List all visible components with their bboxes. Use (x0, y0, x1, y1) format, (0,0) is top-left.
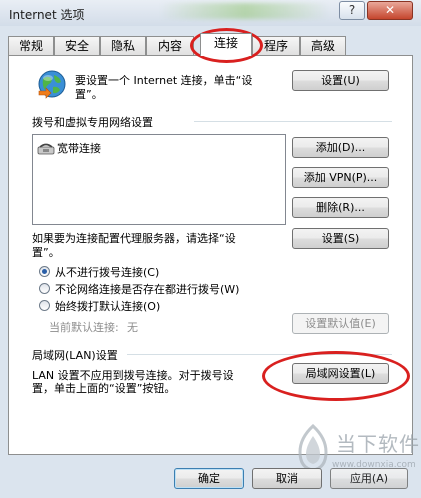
internet-globe-icon (38, 70, 66, 99)
list-item-label: 宽带连接 (57, 142, 101, 155)
tab-general[interactable]: 常规 (8, 36, 54, 55)
proxy-text-line1: 如果要为连接配置代理服务器，请选择“设 (32, 232, 236, 245)
radio-dial-whenever-label[interactable]: 不论网络连接是否存在都进行拨号(W) (55, 281, 239, 297)
help-button[interactable]: ? (339, 1, 365, 20)
setup-button[interactable]: 设置(U) (292, 70, 389, 91)
broadband-connection-icon (37, 143, 55, 155)
lan-header: 局域网(LAN)设置 (32, 349, 118, 362)
window-title: Internet 选项 (9, 8, 85, 22)
lan-text-line2: 置，单击上面的“设置”按钮。 (32, 382, 176, 395)
connections-panel: 要设置一个 Internet 连接，单击“设 置”。 设置(U) 拨号和虚拟专用… (8, 55, 413, 455)
tab-content[interactable]: 内容 (146, 36, 194, 55)
radio-never-dial[interactable] (39, 266, 50, 277)
tab-connections[interactable]: 连接 (200, 33, 252, 56)
watermark-logo-icon (298, 424, 328, 472)
radio-always-dial[interactable] (39, 300, 50, 311)
lan-separator (127, 354, 392, 355)
ok-button[interactable]: 确定 (174, 468, 244, 489)
setup-text-line2: 置”。 (75, 88, 103, 101)
tab-programs[interactable]: 程序 (252, 36, 300, 55)
tab-privacy[interactable]: 隐私 (100, 36, 146, 55)
watermark-text: 当下软件园 (336, 432, 421, 456)
dialup-header: 拨号和虚拟专用网络设置 (32, 116, 153, 129)
remove-button[interactable]: 删除(R)... (292, 197, 389, 218)
tab-security[interactable]: 安全 (54, 36, 100, 55)
current-default-label: 当前默认连接: (49, 321, 119, 334)
list-item[interactable]: 宽带连接 (33, 138, 153, 155)
radio-dial-whenever[interactable] (39, 283, 50, 294)
cancel-button[interactable]: 取消 (252, 468, 322, 489)
radio-always-dial-label[interactable]: 始终拨打默认连接(O) (55, 298, 160, 314)
add-vpn-button[interactable]: 添加 VPN(P)... (292, 167, 389, 188)
lan-settings-button[interactable]: 局域网设置(L) (292, 363, 389, 384)
dialup-separator (194, 121, 392, 122)
close-button[interactable]: ✕ (367, 1, 413, 20)
radio-never-dial-label[interactable]: 从不进行拨号连接(C) (55, 264, 159, 280)
proxy-settings-button[interactable]: 设置(S) (292, 228, 389, 249)
title-bar: Internet 选项 ? ✕ (0, 0, 421, 26)
apply-button[interactable]: 应用(A) (330, 468, 408, 489)
add-button[interactable]: 添加(D)... (292, 137, 389, 158)
blurred-background (160, 3, 330, 19)
connection-list[interactable]: 宽带连接 (32, 134, 286, 225)
tab-advanced[interactable]: 高级 (300, 36, 346, 55)
proxy-text-line2: 置”。 (32, 246, 60, 259)
set-default-button[interactable]: 设置默认值(E) (292, 313, 389, 334)
current-default-value: 无 (127, 321, 138, 334)
